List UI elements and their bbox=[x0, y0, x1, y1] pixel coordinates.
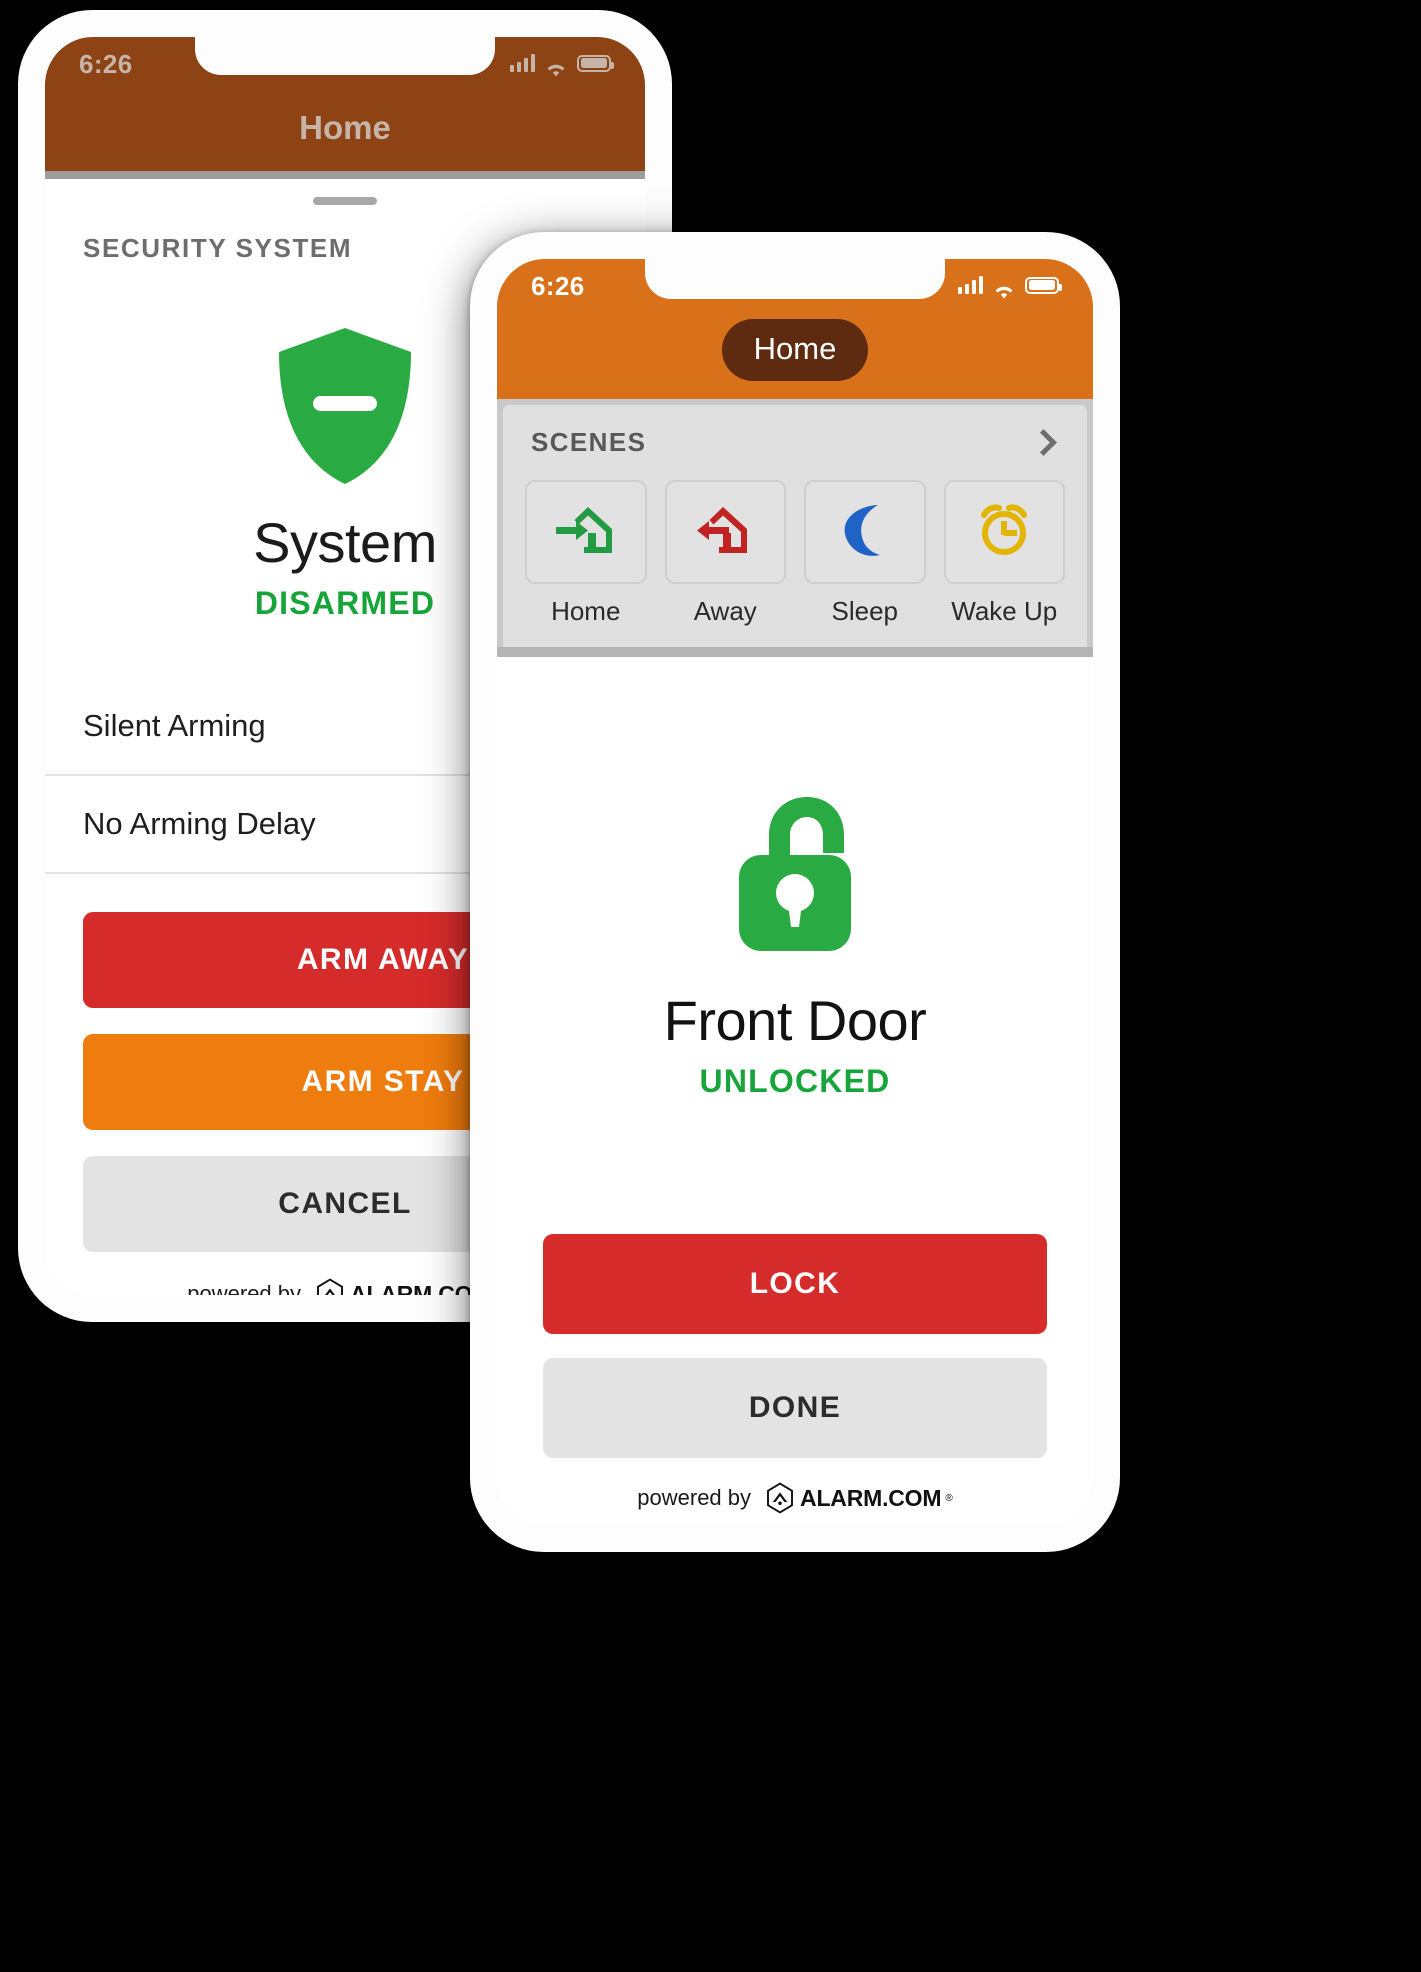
scene-item-away[interactable]: Away bbox=[664, 480, 786, 627]
lock-detail-area: Front Door UNLOCKED LOCK DONE powered by… bbox=[497, 657, 1093, 1525]
phone1-notch bbox=[195, 37, 495, 75]
scene-item-wake-up[interactable]: Wake Up bbox=[943, 480, 1065, 627]
battery-icon bbox=[577, 54, 614, 72]
scene-tile[interactable] bbox=[943, 480, 1065, 584]
scenes-band: SCENES Home Away Sleep Wake Up bbox=[497, 399, 1093, 647]
phone2-screen: 6:26 Home SCENES Home Away Sleep Wake Up… bbox=[497, 259, 1093, 1525]
scene-label: Sleep bbox=[831, 596, 899, 626]
alarm-hexagon-logo-icon: ALARM.COM ® bbox=[764, 1482, 953, 1514]
screenshot-stage: 6:26 Home SECURITY SYSTEM System DISARME… bbox=[0, 0, 1421, 1972]
phone-device-lock: 6:26 Home SCENES Home Away Sleep Wake Up… bbox=[470, 232, 1120, 1552]
status-indicators bbox=[509, 51, 614, 77]
scenes-label: SCENES bbox=[531, 427, 647, 457]
scene-tile[interactable] bbox=[525, 480, 647, 584]
option-label: Silent Arming bbox=[83, 708, 266, 743]
wifi-icon bbox=[544, 54, 568, 77]
page-title: Home bbox=[299, 109, 391, 146]
scenes-header[interactable]: SCENES bbox=[525, 427, 1065, 458]
battery-icon bbox=[1025, 276, 1062, 294]
signal-bars-icon bbox=[509, 54, 535, 72]
scene-label: Away bbox=[693, 596, 757, 626]
crescent-moon-icon bbox=[836, 501, 894, 564]
lock-button[interactable]: LOCK bbox=[543, 1234, 1047, 1334]
signal-bars-icon bbox=[957, 276, 983, 294]
header-divider bbox=[45, 171, 645, 179]
scene-label: Home bbox=[551, 596, 621, 626]
status-time: 6:26 bbox=[79, 49, 133, 79]
alarm-clock-icon bbox=[975, 501, 1033, 564]
scenes-divider bbox=[497, 647, 1093, 657]
wifi-icon bbox=[992, 276, 1016, 299]
scenes-panel: SCENES Home Away Sleep Wake Up bbox=[503, 405, 1087, 647]
powered-by-footer: powered by ALARM.COM ® bbox=[497, 1482, 1093, 1514]
done-button[interactable]: DONE bbox=[543, 1358, 1047, 1458]
home-pill-button[interactable]: Home bbox=[721, 319, 869, 381]
arrow-into-house-icon bbox=[554, 501, 618, 564]
status-badge: UNLOCKED bbox=[699, 1063, 891, 1099]
device-name: Front Door bbox=[663, 989, 927, 1052]
powered-by-label: powered by bbox=[637, 1485, 752, 1510]
nav-pill-wrap: Home bbox=[497, 315, 1093, 399]
powered-by-label: powered by bbox=[187, 1281, 302, 1295]
chevron-right-icon[interactable] bbox=[1030, 429, 1057, 456]
scenes-grid: Home Away Sleep Wake Up bbox=[525, 480, 1065, 627]
scene-item-sleep[interactable]: Sleep bbox=[804, 480, 926, 627]
padlock-open-icon bbox=[497, 657, 1093, 960]
arrow-out-of-house-icon bbox=[693, 501, 757, 564]
phone2-notch bbox=[645, 259, 945, 299]
alarm-brand-text: ALARM.COM bbox=[800, 1484, 942, 1511]
registered-mark: ® bbox=[945, 1492, 953, 1504]
phone2-button-stack: LOCK DONE bbox=[497, 1234, 1093, 1458]
option-label: No Arming Delay bbox=[83, 806, 316, 841]
scene-tile[interactable] bbox=[664, 480, 786, 584]
scene-item-home[interactable]: Home bbox=[525, 480, 647, 627]
status-indicators bbox=[957, 273, 1062, 299]
scene-label: Wake Up bbox=[951, 596, 1058, 626]
scene-tile[interactable] bbox=[804, 480, 926, 584]
status-time: 6:26 bbox=[531, 271, 585, 301]
sheet-grabber[interactable] bbox=[313, 197, 377, 205]
